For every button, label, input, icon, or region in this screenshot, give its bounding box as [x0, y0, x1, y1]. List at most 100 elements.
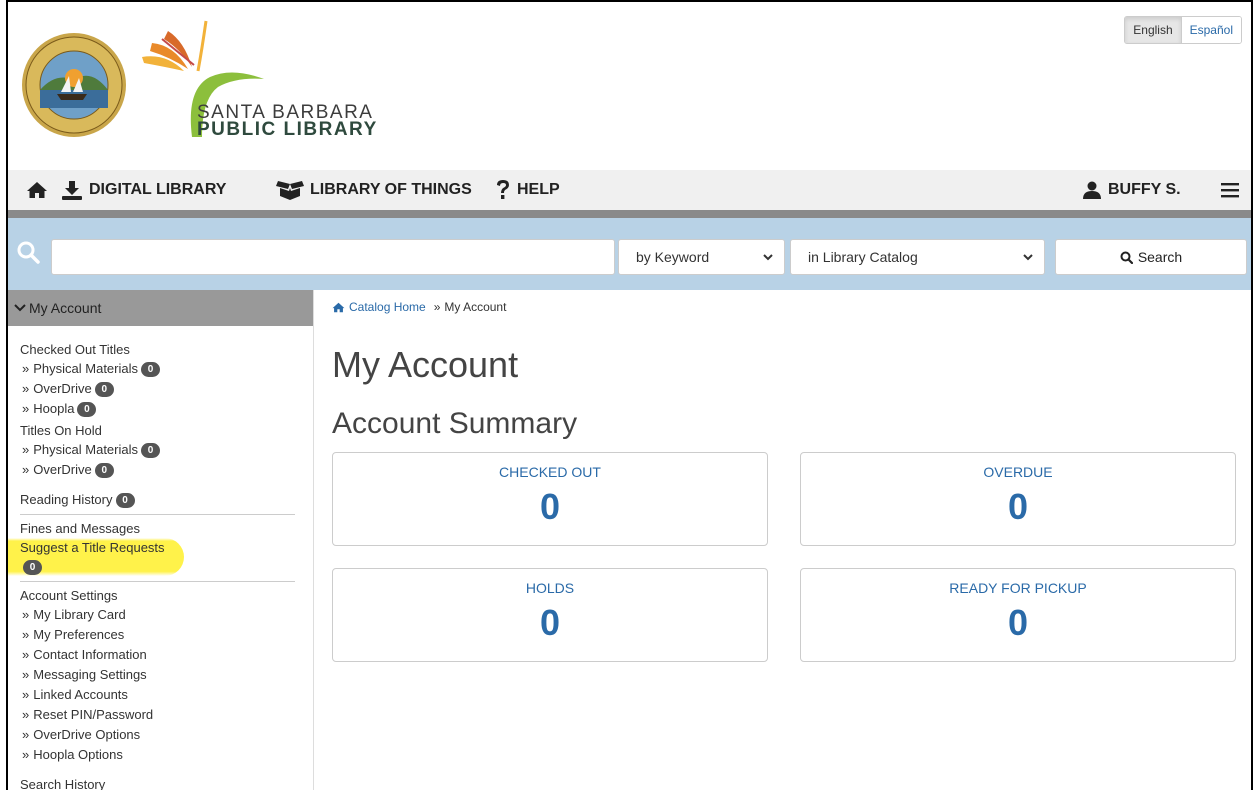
- summary-card-holds[interactable]: HOLDS 0: [332, 568, 768, 662]
- chevron-down-icon: [763, 254, 773, 261]
- home-icon: [27, 182, 47, 198]
- breadcrumb-current: My Account: [444, 300, 507, 314]
- hamburger-icon: [1221, 183, 1239, 198]
- search-button-label: Search: [1137, 249, 1183, 265]
- sidebar-menu: Checked Out Titles Physical Materials0 O…: [8, 326, 313, 790]
- sidebar-item-library-card[interactable]: My Library Card: [20, 605, 313, 625]
- breadcrumb: Catalog Home » My Account: [332, 300, 506, 314]
- count-badge: 0: [94, 382, 114, 398]
- sidebar-item-reading-history[interactable]: Reading History 0: [20, 490, 313, 509]
- account-sidebar: My Account Checked Out Titles Physical M…: [8, 290, 314, 790]
- download-icon: [62, 181, 82, 200]
- main-content: Catalog Home » My Account My Account Acc…: [332, 290, 1242, 790]
- sidebar-item-checked-out-hoopla[interactable]: Hoopla0: [20, 399, 313, 419]
- language-espanol-button[interactable]: Español: [1181, 17, 1241, 43]
- summary-card-value: 0: [539, 486, 561, 527]
- sidebar-item-messaging[interactable]: Messaging Settings: [20, 665, 313, 685]
- sidebar-item-search-history[interactable]: Search History: [20, 775, 313, 790]
- summary-card-checked-out[interactable]: CHECKED OUT 0: [332, 452, 768, 546]
- chevron-down-icon: [14, 304, 26, 312]
- search-bar: by Keyword in Library Catalog Search: [8, 218, 1251, 290]
- sidebar-item-linked-accounts[interactable]: Linked Accounts: [20, 685, 313, 705]
- sidebar-divider: [20, 581, 295, 582]
- breadcrumb-home-link[interactable]: Catalog Home: [332, 300, 426, 314]
- language-switcher: English Español: [1124, 16, 1242, 44]
- count-badge: 0: [77, 402, 97, 418]
- user-name: BUFFY S.: [1108, 181, 1181, 198]
- section-title: Account Summary: [332, 407, 578, 440]
- count-badge: 0: [115, 493, 135, 509]
- nav-library-of-things[interactable]: LIBRARY OF THINGS: [276, 170, 472, 210]
- sidebar-heading-my-account[interactable]: My Account: [8, 290, 313, 326]
- sidebar-item-fines[interactable]: Fines and Messages: [20, 519, 313, 538]
- count-badge: 0: [23, 560, 42, 576]
- library-name: SANTA BARBARA PUBLIC LIBRARY: [197, 103, 378, 140]
- library-name-line2: PUBLIC LIBRARY: [197, 119, 378, 140]
- nav-digital-library-label: DIGITAL LIBRARY: [89, 181, 227, 198]
- summary-card-label: HOLDS: [525, 580, 575, 596]
- nav-home-link[interactable]: [26, 170, 54, 210]
- sidebar-item-reset-pin[interactable]: Reset PIN/Password: [20, 705, 313, 725]
- sidebar-item-label: Suggest a Title Requests: [20, 540, 165, 555]
- count-badge: 0: [94, 463, 114, 479]
- user-account-menu[interactable]: BUFFY S.: [1082, 170, 1181, 210]
- summary-card-value: 0: [539, 602, 561, 643]
- sidebar-item-label: Physical Materials: [33, 442, 138, 457]
- count-badge: 0: [141, 362, 160, 378]
- sidebar-item-overdrive-options[interactable]: OverDrive Options: [20, 725, 313, 745]
- sidebar-item-label: OverDrive: [33, 462, 92, 477]
- search-button[interactable]: Search: [1055, 239, 1247, 275]
- sidebar-item-label: Physical Materials: [33, 361, 138, 376]
- hamburger-menu-button[interactable]: [1221, 170, 1245, 210]
- home-icon: [332, 302, 345, 312]
- city-seal-logo[interactable]: [21, 32, 127, 138]
- user-icon: [1083, 181, 1101, 199]
- nav-library-of-things-label: LIBRARY OF THINGS: [310, 181, 472, 198]
- chevron-down-icon: [1023, 254, 1033, 261]
- summary-card-value: 0: [1007, 486, 1029, 527]
- summary-card-label: OVERDUE: [983, 464, 1053, 480]
- search-scope-select[interactable]: in Library Catalog: [790, 239, 1045, 275]
- sidebar-item-preferences[interactable]: My Preferences: [20, 625, 313, 645]
- site-header: SANTA BARBARA PUBLIC LIBRARY English Esp…: [8, 2, 1251, 170]
- sidebar-heading-label: My Account: [29, 300, 102, 316]
- sidebar-item-account-settings[interactable]: Account Settings: [20, 586, 313, 605]
- count-badge: 0: [141, 443, 160, 459]
- question-icon: [497, 180, 509, 199]
- search-icon: [1120, 251, 1133, 264]
- sidebar-item-on-hold[interactable]: Titles On Hold: [20, 421, 313, 440]
- nav-help[interactable]: HELP: [495, 170, 560, 210]
- search-type-select[interactable]: by Keyword: [618, 239, 785, 275]
- search-input[interactable]: [51, 239, 615, 275]
- page-frame: SANTA BARBARA PUBLIC LIBRARY English Esp…: [6, 0, 1253, 790]
- search-type-value: by Keyword: [636, 249, 710, 265]
- summary-card-label: READY FOR PICKUP: [949, 580, 1087, 596]
- search-icon[interactable]: [16, 240, 40, 264]
- sidebar-item-hold-overdrive[interactable]: OverDrive0: [20, 460, 313, 480]
- box-icon: [276, 181, 304, 200]
- language-english-button[interactable]: English: [1125, 17, 1182, 43]
- sidebar-divider: [20, 514, 295, 515]
- sidebar-item-contact-info[interactable]: Contact Information: [20, 645, 313, 665]
- page-title: My Account: [332, 344, 519, 385]
- summary-card-label: CHECKED OUT: [499, 464, 601, 480]
- sidebar-item-checked-out-overdrive[interactable]: OverDrive0: [20, 379, 313, 399]
- search-scope-value: in Library Catalog: [808, 249, 918, 265]
- breadcrumb-home-label: Catalog Home: [349, 300, 426, 314]
- breadcrumb-separator: »: [433, 300, 441, 314]
- sidebar-item-hold-physical[interactable]: Physical Materials0: [20, 440, 313, 460]
- main-nav: DIGITAL LIBRARY LIBRARY OF THINGS HELP B…: [8, 170, 1251, 210]
- sidebar-item-checked-out[interactable]: Checked Out Titles: [20, 340, 313, 359]
- nav-divider: [8, 210, 1251, 218]
- sidebar-item-checked-out-physical[interactable]: Physical Materials0: [20, 359, 313, 379]
- summary-card-ready-for-pickup[interactable]: READY FOR PICKUP 0: [800, 568, 1236, 662]
- sidebar-item-label: Hoopla: [33, 401, 75, 416]
- sidebar-item-suggest-title[interactable]: Suggest a Title Requests 0: [8, 538, 184, 576]
- nav-digital-library[interactable]: DIGITAL LIBRARY: [61, 170, 226, 210]
- sidebar-item-label: OverDrive: [33, 381, 92, 396]
- sidebar-item-label: Reading History: [20, 492, 113, 507]
- nav-help-label: HELP: [517, 181, 560, 198]
- sidebar-item-hoopla-options[interactable]: Hoopla Options: [20, 745, 313, 765]
- summary-card-overdue[interactable]: OVERDUE 0: [800, 452, 1236, 546]
- summary-card-value: 0: [1007, 602, 1029, 643]
